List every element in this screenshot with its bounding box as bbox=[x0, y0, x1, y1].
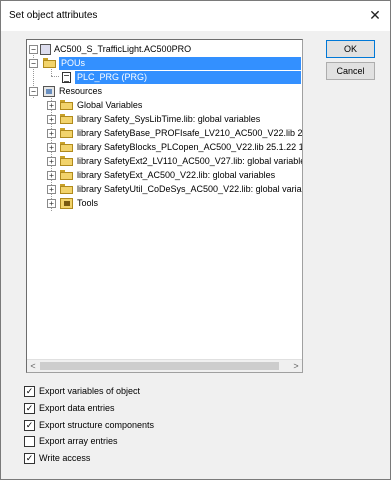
program-icon bbox=[62, 72, 71, 83]
scroll-right-icon[interactable]: > bbox=[290, 360, 302, 372]
folder-icon bbox=[60, 128, 73, 138]
expand-icon[interactable]: + bbox=[47, 101, 56, 110]
checkbox-label: Export array entries bbox=[39, 436, 118, 446]
title-bar: Set object attributes ✕ bbox=[1, 1, 390, 31]
tree-item-resources[interactable]: − Resources bbox=[29, 85, 299, 98]
cancel-button[interactable]: Cancel bbox=[326, 62, 375, 80]
expand-icon[interactable]: + bbox=[47, 129, 56, 138]
checkbox[interactable] bbox=[24, 436, 35, 447]
set-object-attributes-dialog: Set object attributes ✕ − AC500_S_Traffi… bbox=[0, 0, 391, 480]
tree-item-label: PLC_PRG (PRG) bbox=[75, 71, 301, 84]
tree-item-label: library SafetyExt2_LV110_AC500_V27.lib: … bbox=[77, 156, 303, 166]
tree-item-plc-prg[interactable]: PLC_PRG (PRG) bbox=[29, 71, 301, 84]
object-tree[interactable]: − AC500_S_TrafficLight.AC500PRO − POUs P… bbox=[26, 39, 303, 373]
expand-icon[interactable]: + bbox=[47, 115, 56, 124]
folder-icon bbox=[60, 184, 73, 194]
tree-item-library[interactable]: + library SafetyBase_PROFIsafe_LV210_AC5… bbox=[47, 127, 303, 140]
expand-icon[interactable]: + bbox=[47, 143, 56, 152]
scroll-left-icon[interactable]: < bbox=[27, 360, 39, 372]
window-title: Set object attributes bbox=[9, 10, 98, 21]
checkbox-label: Write access bbox=[39, 453, 91, 463]
tree-item-label: Tools bbox=[77, 198, 99, 208]
tree-item-label: POUs bbox=[59, 57, 301, 70]
expand-icon[interactable]: + bbox=[47, 199, 56, 208]
collapse-icon[interactable]: − bbox=[29, 45, 38, 54]
project-icon bbox=[40, 44, 51, 55]
horizontal-scrollbar[interactable]: < > bbox=[27, 359, 302, 372]
folder-icon bbox=[60, 170, 73, 180]
checkbox[interactable]: ✓ bbox=[24, 420, 35, 431]
expand-icon[interactable]: + bbox=[47, 171, 56, 180]
ok-button[interactable]: OK bbox=[326, 40, 375, 58]
folder-icon bbox=[60, 156, 73, 166]
checkbox[interactable]: ✓ bbox=[24, 386, 35, 397]
tree-item-library[interactable]: + library Safety_SysLibTime.lib: global … bbox=[47, 113, 302, 126]
collapse-icon[interactable]: − bbox=[29, 59, 38, 68]
tree-item-library[interactable]: + library SafetyUtil_CoDeSys_AC500_V22.l… bbox=[47, 183, 303, 196]
tree-item-label: library SafetyUtil_CoDeSys_AC500_V22.lib… bbox=[77, 184, 303, 194]
tree-item-library[interactable]: + library SafetyBlocks_PLCopen_AC500_V22… bbox=[47, 141, 303, 154]
expand-icon[interactable]: + bbox=[47, 157, 56, 166]
tree-item-label: AC500_S_TrafficLight.AC500PRO bbox=[54, 44, 192, 54]
tree-item-library[interactable]: + library SafetyExt_AC500_V22.lib: globa… bbox=[47, 169, 302, 182]
tree-item-library[interactable]: + library SafetyExt2_LV110_AC500_V27.lib… bbox=[47, 155, 303, 168]
folder-icon bbox=[60, 100, 73, 110]
tree-item-label: Resources bbox=[59, 86, 103, 96]
tree-item-root[interactable]: − AC500_S_TrafficLight.AC500PRO bbox=[29, 43, 299, 56]
tree-item-label: library SafetyExt_AC500_V22.lib: global … bbox=[77, 170, 276, 180]
checkbox-label: Export data entries bbox=[39, 403, 115, 413]
checkbox-label: Export structure components bbox=[39, 420, 155, 430]
tree-item-label: library Safety_SysLibTime.lib: global va… bbox=[77, 114, 261, 124]
checkbox[interactable]: ✓ bbox=[24, 453, 35, 464]
expand-icon[interactable]: + bbox=[47, 185, 56, 194]
folder-icon bbox=[60, 142, 73, 152]
checkbox-label: Export variables of object bbox=[39, 386, 141, 396]
scrollbar-thumb[interactable] bbox=[40, 362, 279, 370]
tree-item-tools[interactable]: + Tools bbox=[47, 197, 302, 210]
tree-item-label: Global Variables bbox=[77, 100, 143, 110]
close-icon[interactable]: ✕ bbox=[364, 4, 386, 26]
collapse-icon[interactable]: − bbox=[29, 87, 38, 96]
tree-item-pous[interactable]: − POUs bbox=[29, 57, 301, 70]
folder-icon bbox=[43, 58, 56, 68]
tree-item-label: library SafetyBlocks_PLCopen_AC500_V22.l… bbox=[77, 142, 303, 152]
tools-icon bbox=[60, 198, 73, 209]
resources-icon bbox=[43, 86, 55, 97]
folder-icon bbox=[60, 114, 73, 124]
checkbox[interactable]: ✓ bbox=[24, 403, 35, 414]
tree-item-label: library SafetyBase_PROFIsafe_LV210_AC500… bbox=[77, 128, 303, 138]
tree-item-global-variables[interactable]: + Global Variables bbox=[47, 99, 302, 112]
